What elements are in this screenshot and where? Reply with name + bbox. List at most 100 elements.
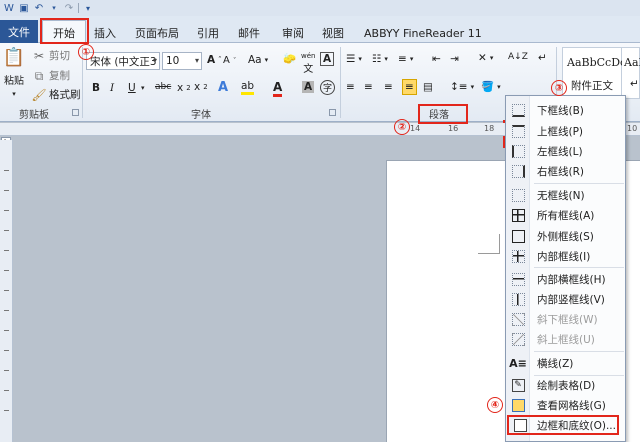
tab-abbyy[interactable]: ABBYY FineReader 11 — [364, 23, 482, 43]
menu-item-inside-vertical[interactable]: 内部竖框线(V) — [507, 289, 625, 309]
subscript-button[interactable]: x2 — [177, 82, 191, 94]
align-center-button[interactable]: ≡ — [364, 81, 373, 93]
enclose-char-button[interactable]: 字 — [320, 80, 335, 95]
group-separator — [340, 47, 341, 118]
char-border-button[interactable]: A — [320, 52, 335, 66]
menu-item-borders-and-shading[interactable]: 边框和底纹(O)... — [507, 415, 619, 435]
phonetic-guide-button[interactable]: wén 文 — [301, 52, 315, 75]
tab-mailings[interactable]: 邮件 — [238, 23, 260, 43]
style-normal-attachment[interactable]: AaBbCcDc 附件正文 — [562, 47, 626, 99]
show-marks-button[interactable]: ↵ — [538, 52, 547, 64]
bullets-button[interactable]: ☰ ▾ — [346, 53, 362, 65]
multilevel-list-button[interactable]: ≡ ▾ — [398, 53, 413, 65]
menu-item-left-border[interactable]: 左框线(L) — [507, 141, 625, 161]
menu-item-inside-borders[interactable]: 内部框线(I) — [507, 246, 625, 266]
font-size-dropdown-icon[interactable]: ▾ — [195, 56, 199, 65]
copy-button[interactable]: ⧉ 复制 — [32, 68, 70, 83]
tab-insert[interactable]: 插入 — [94, 23, 116, 43]
tab-review[interactable]: 审阅 — [282, 23, 304, 43]
format-painter-button[interactable]: 🖌 格式刷 — [31, 87, 81, 102]
grow-font-button[interactable]: Aˆ — [207, 54, 222, 66]
paste-icon: 📋 — [2, 47, 26, 68]
change-case-button[interactable]: Aa ▾ — [248, 54, 268, 66]
bold-button[interactable]: B — [92, 82, 100, 94]
phonetic-label: wén — [301, 52, 316, 60]
ruler-number: 18 — [484, 124, 495, 133]
vertical-ruler[interactable] — [0, 140, 13, 442]
ruler-number: 16 — [448, 124, 459, 133]
paste-label: 粘贴 — [4, 76, 24, 87]
font-name-combo[interactable]: 宋体 (中文正3 ▾ — [86, 52, 160, 70]
justify-button[interactable]: ≡ — [402, 79, 417, 95]
menu-item-view-gridlines[interactable]: 查看网格线(G) — [507, 395, 625, 415]
horizontal-line-icon: A≡ — [509, 356, 527, 370]
menu-item-horizontal-line[interactable]: A≡ 横线(Z) — [507, 353, 625, 373]
decrease-indent-button[interactable]: ⇤ — [432, 53, 441, 65]
sort-button[interactable]: A↓Z — [508, 52, 528, 62]
ruler-tick — [4, 190, 9, 191]
menu-item-draw-table[interactable]: ✎ 绘制表格(D) — [507, 375, 625, 395]
tab-page-layout[interactable]: 页面布局 — [135, 23, 179, 43]
numbering-button[interactable]: ☷ ▾ — [372, 53, 388, 65]
char-shading-button[interactable]: A — [302, 81, 315, 93]
shading-button[interactable]: 🪣 ▾ — [481, 80, 501, 93]
italic-button[interactable]: I — [110, 82, 114, 94]
menu-item-outside-borders[interactable]: 外侧框线(S) — [507, 226, 625, 246]
undo-dropdown-icon[interactable]: ▾ — [48, 2, 60, 14]
distributed-button[interactable]: ▤ — [423, 81, 433, 93]
shrink-font-button[interactable]: Aˇ — [223, 55, 236, 66]
undo-icon[interactable]: ↶ — [33, 2, 45, 14]
style-next[interactable]: AaI ↵ — [622, 47, 640, 99]
highlight-button[interactable]: ab — [241, 80, 255, 95]
align-right-button[interactable]: ≡ — [384, 81, 393, 93]
ruler-tick — [4, 310, 9, 311]
chinese-layout-button[interactable]: ✕ ▾ — [478, 52, 493, 64]
clipboard-launcher-icon[interactable] — [72, 109, 79, 116]
text-effects-button[interactable]: A — [218, 80, 228, 95]
bottom-border-icon — [507, 103, 529, 117]
strikethrough-button[interactable]: abc — [155, 82, 171, 92]
menu-item-inside-horizontal[interactable]: 内部横框线(H) — [507, 269, 625, 289]
line-spacing-button[interactable]: ↕≡ ▾ — [450, 81, 474, 93]
cut-button[interactable]: ✂ 剪切 — [32, 48, 70, 63]
style-name-2: ↵ — [630, 78, 639, 90]
tab-file[interactable]: 文件 — [0, 20, 38, 43]
font-color-button[interactable]: A — [273, 80, 283, 97]
menu-item-bottom-border[interactable]: 下框线(B) — [507, 100, 625, 120]
superscript-button[interactable]: x2 — [194, 81, 208, 93]
tab-view[interactable]: 视图 — [322, 23, 344, 43]
menu-item-all-borders[interactable]: 所有框线(A) — [507, 205, 625, 225]
menu-item-label: 上框线(P) — [537, 125, 584, 138]
increase-indent-button[interactable]: ⇥ — [450, 53, 459, 65]
font-group-label: 字体 — [191, 110, 211, 121]
align-left-button[interactable]: ≡ — [346, 81, 355, 93]
style-name-1: 附件正文 — [571, 80, 613, 92]
customize-qat-icon[interactable]: ▾ — [82, 2, 94, 14]
ruler-number: 10 — [627, 124, 638, 133]
clear-formatting-button[interactable]: 🧽 — [283, 52, 296, 65]
top-border-icon — [507, 124, 529, 138]
menu-item-right-border[interactable]: 右框线(R) — [507, 161, 625, 181]
annotation-box-home-tab — [40, 18, 89, 44]
menu-item-label: 横线(Z) — [537, 357, 574, 370]
menu-item-top-border[interactable]: 上框线(P) — [507, 121, 625, 141]
format-painter-label: 格式刷 — [49, 89, 81, 101]
redo-icon[interactable]: ↷ — [63, 2, 75, 14]
ruler-tick — [4, 410, 9, 411]
menu-item-label: 右框线(R) — [537, 165, 584, 178]
save-icon[interactable]: ▣ — [18, 2, 30, 14]
menu-divider — [534, 267, 624, 268]
font-size-combo[interactable]: 10 ▾ — [162, 52, 202, 70]
qat-separator — [78, 3, 79, 13]
borders-shading-icon — [509, 418, 531, 432]
menu-item-label: 内部横框线(H) — [537, 273, 606, 286]
menu-item-diagonal-down: 斜下框线(W) — [507, 309, 625, 329]
font-name-dropdown-icon[interactable]: ▾ — [153, 56, 157, 65]
paste-button[interactable]: 📋 粘贴 ▾ — [2, 47, 26, 99]
menu-item-no-border[interactable]: 无框线(N) — [507, 185, 625, 205]
underline-button[interactable]: U — [128, 82, 136, 94]
underline-dropdown-icon[interactable]: ▾ — [141, 84, 145, 92]
margin-corner-mark — [478, 234, 500, 254]
tab-references[interactable]: 引用 — [197, 23, 219, 43]
font-launcher-icon[interactable] — [329, 109, 336, 116]
